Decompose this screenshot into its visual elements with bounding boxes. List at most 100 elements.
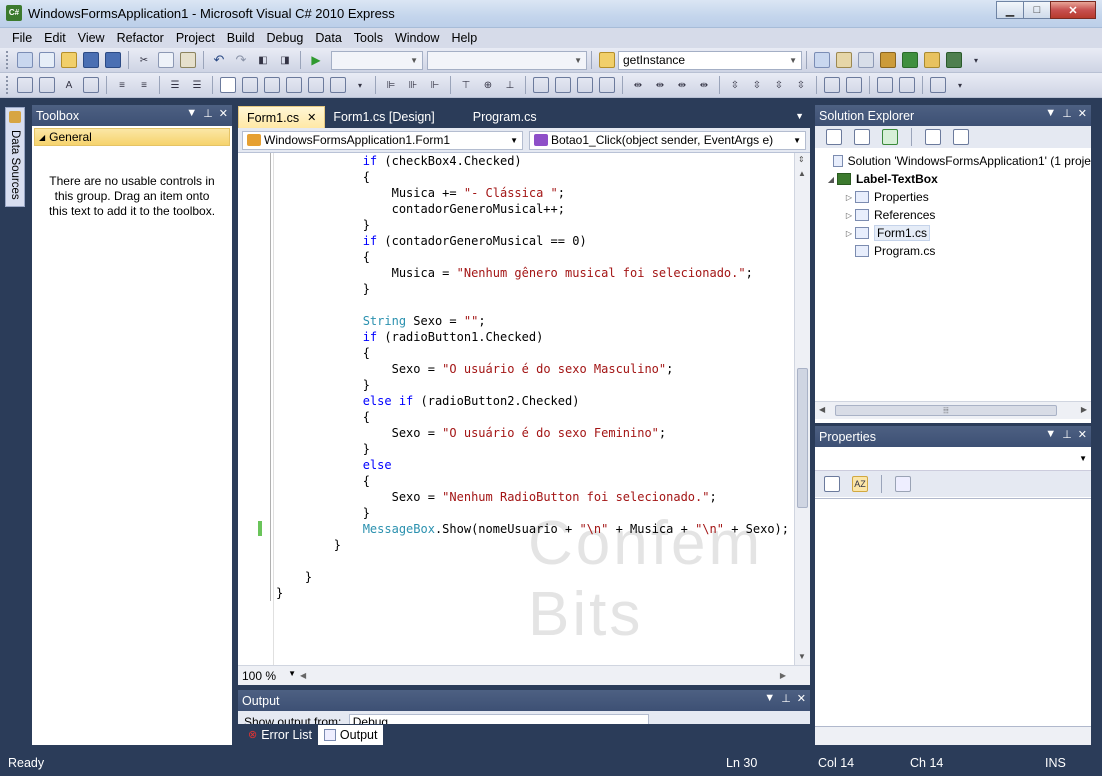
toolbox-group-general[interactable]: ◢ General <box>34 128 230 146</box>
start-debugging-icon[interactable]: ▶ <box>308 52 324 68</box>
bookmark-prev-icon[interactable] <box>242 77 258 93</box>
undo-icon[interactable]: ↶ <box>211 52 227 68</box>
window-position-icon[interactable]: ▼ <box>1045 428 1056 441</box>
cut-icon[interactable]: ✂ <box>136 52 152 68</box>
expand-toggle-icon[interactable]: ▷ <box>843 211 855 220</box>
align-centers-icon[interactable] <box>83 77 99 93</box>
align-to-grid-icon[interactable] <box>17 77 33 93</box>
menu-help[interactable]: Help <box>445 31 483 45</box>
tab-form1-design[interactable]: Form1.cs [Design] <box>325 106 442 128</box>
properties-icon[interactable] <box>826 129 842 145</box>
send-to-back-icon[interactable] <box>899 77 915 93</box>
align-lefts-icon[interactable] <box>39 77 55 93</box>
toolbar-grip[interactable] <box>6 76 10 94</box>
toolbar-grip[interactable] <box>6 51 10 69</box>
copy-icon[interactable] <box>158 52 174 68</box>
expand-toggle-icon[interactable]: ▷ <box>843 229 855 238</box>
solution-horizontal-scrollbar[interactable]: ◀ ⦙⦙⦙ ▶ <box>815 401 1091 419</box>
open-file-icon[interactable] <box>61 52 77 68</box>
bookmark-doc-icon[interactable] <box>330 77 346 93</box>
window-position-icon[interactable]: ▼ <box>1045 107 1056 120</box>
tab-order-icon[interactable] <box>930 77 946 93</box>
bookmark-next-icon[interactable] <box>264 77 280 93</box>
comment-icon[interactable]: ☰ <box>167 77 183 93</box>
menu-tools[interactable]: Tools <box>348 31 389 45</box>
paste-icon[interactable] <box>180 52 196 68</box>
pin-icon[interactable]: ⊥ <box>1062 107 1072 120</box>
make-same-size-icon[interactable] <box>577 77 593 93</box>
tree-item[interactable]: Solution 'WindowsFormsApplication1' (1 p… <box>815 152 1091 170</box>
bookmark-folder-icon[interactable] <box>308 77 324 93</box>
scroll-thumb[interactable] <box>797 368 808 508</box>
v-spacing-remove-icon[interactable]: ⇳ <box>793 77 809 93</box>
expand-toggle-icon[interactable]: ▷ <box>843 193 855 202</box>
tree-item[interactable]: Program.cs <box>815 242 1091 260</box>
editor-vertical-scrollbar[interactable]: ⇕ ▲ ▼ <box>794 153 810 665</box>
object-browser-icon[interactable] <box>858 52 874 68</box>
redo-icon[interactable]: ↷ <box>233 52 249 68</box>
indent-icon[interactable]: ≡ <box>114 77 130 93</box>
pin-icon[interactable]: ⊥ <box>781 692 791 705</box>
scroll-left-icon[interactable]: ◀ <box>300 671 306 680</box>
platform-combo[interactable]: ▼ <box>427 50 587 70</box>
solution-explorer-icon[interactable] <box>814 52 830 68</box>
scroll-down-icon[interactable]: ▼ <box>798 652 806 661</box>
class-combo[interactable]: WindowsFormsApplication1.Form1 ▼ <box>242 130 523 150</box>
configuration-combo[interactable]: ▼ <box>331 50 423 70</box>
window-position-icon[interactable]: ▼ <box>186 107 197 120</box>
toolbar-options-icon[interactable]: ▾ <box>968 52 984 68</box>
view-code-icon[interactable] <box>925 129 941 145</box>
make-same-height-icon[interactable] <box>555 77 571 93</box>
split-handle-icon[interactable]: ⇕ <box>798 155 805 164</box>
add-item-icon[interactable] <box>39 52 55 68</box>
view-designer-icon[interactable] <box>953 129 969 145</box>
member-combo[interactable]: Botao1_Click(object sender, EventArgs e)… <box>529 130 806 150</box>
make-same-width-icon[interactable] <box>533 77 549 93</box>
tab-list-dropdown-icon[interactable]: ▼ <box>795 111 804 121</box>
h-spacing-decrease-icon[interactable]: ⇹ <box>674 77 690 93</box>
close-icon[interactable]: ✕ <box>1078 428 1087 441</box>
close-icon[interactable]: ✕ <box>219 107 228 120</box>
find-in-files-icon[interactable] <box>599 52 615 68</box>
code-text-area[interactable]: Confem Bits if (checkBox4.Checked) { Mus… <box>238 153 794 665</box>
tab-output[interactable]: Output <box>317 724 384 745</box>
show-all-files-icon[interactable] <box>854 129 870 145</box>
menu-file[interactable]: File <box>6 31 38 45</box>
center-horizontally-icon[interactable] <box>824 77 840 93</box>
v-spacing-equal-icon[interactable]: ⇳ <box>727 77 743 93</box>
v-spacing-decrease-icon[interactable]: ⇳ <box>771 77 787 93</box>
refresh-icon[interactable] <box>882 129 898 145</box>
scroll-thumb[interactable]: ⦙⦙⦙ <box>835 405 1057 416</box>
categorized-icon[interactable] <box>824 476 840 492</box>
properties-window-icon[interactable] <box>836 52 852 68</box>
bring-to-front-icon[interactable] <box>877 77 893 93</box>
menu-debug[interactable]: Debug <box>261 31 310 45</box>
tree-item[interactable]: ▷ Form1.cs <box>815 224 1091 242</box>
tab-program-cs[interactable]: Program.cs <box>465 106 545 128</box>
extension-manager-icon[interactable] <box>924 52 940 68</box>
new-project-icon[interactable] <box>17 52 33 68</box>
property-grid[interactable] <box>815 498 1091 726</box>
align-middle-icon[interactable]: ⊕ <box>480 77 496 93</box>
uncomment-icon[interactable]: ☰ <box>189 77 205 93</box>
scroll-up-icon[interactable]: ▲ <box>798 169 806 178</box>
bookmark-toggle-icon[interactable] <box>220 77 236 93</box>
window-position-icon[interactable]: ▼ <box>764 692 775 705</box>
menu-window[interactable]: Window <box>389 31 445 45</box>
toolbox-icon[interactable] <box>880 52 896 68</box>
menu-refactor[interactable]: Refactor <box>111 31 170 45</box>
menu-project[interactable]: Project <box>170 31 221 45</box>
toolbar-options-icon[interactable]: ▾ <box>352 77 368 93</box>
center-vertically-icon[interactable] <box>846 77 862 93</box>
close-icon[interactable]: ✕ <box>1078 107 1087 120</box>
minimize-button[interactable]: ▁ <box>996 1 1024 19</box>
navigate-backward-icon[interactable]: ◧ <box>255 52 271 68</box>
pin-icon[interactable]: ⊥ <box>1062 428 1072 441</box>
h-spacing-increase-icon[interactable]: ⇹ <box>652 77 668 93</box>
close-button[interactable]: ✕ <box>1050 1 1096 19</box>
h-spacing-equal-icon[interactable]: ⇹ <box>630 77 646 93</box>
object-selector-combo[interactable]: ▼ <box>815 447 1091 471</box>
save-icon[interactable] <box>83 52 99 68</box>
data-sources-tab[interactable]: Data Sources <box>5 107 25 207</box>
expand-toggle-icon[interactable]: ◢ <box>825 175 837 184</box>
